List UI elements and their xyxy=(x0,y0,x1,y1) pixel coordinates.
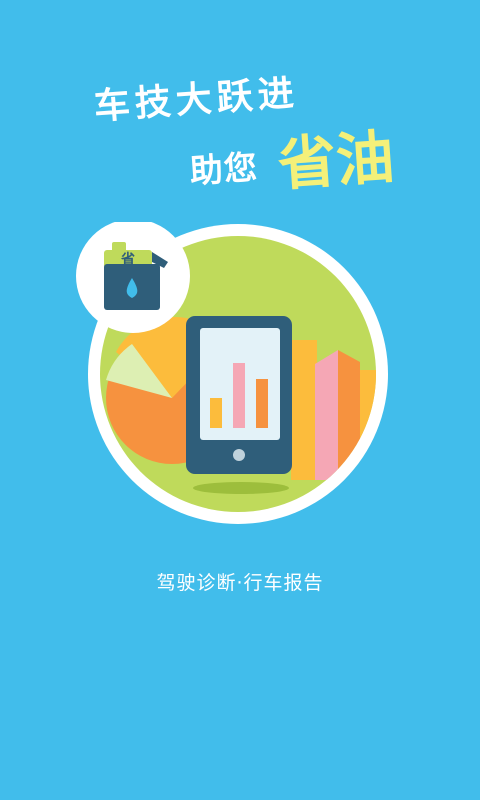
phone-bar-3 xyxy=(256,379,268,428)
splash-screen: 车技大跃进 助您 省油 省 驾驶诊断·行车报告 xyxy=(0,0,480,800)
phone-bar-1 xyxy=(210,398,222,428)
column-yellow xyxy=(291,340,317,480)
phone-home-button xyxy=(233,449,245,461)
phone-shadow xyxy=(193,482,289,494)
illustration: 省 xyxy=(76,222,388,524)
headline-line1: 车技大跃进 xyxy=(92,72,301,128)
headline-line2: 助您 xyxy=(188,147,260,191)
headline-highlight: 省油 xyxy=(275,122,397,199)
badge-can-label: 省 xyxy=(120,251,135,268)
phone-bar-2 xyxy=(233,363,245,428)
column-pink xyxy=(315,350,338,480)
feature-caption: 驾驶诊断·行车报告 xyxy=(156,572,324,594)
